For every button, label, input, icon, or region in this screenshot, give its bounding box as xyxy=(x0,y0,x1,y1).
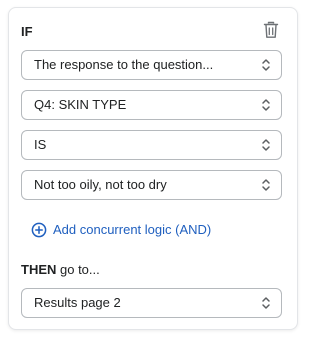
plus-circle-icon xyxy=(31,222,47,238)
operator-value: IS xyxy=(34,137,47,152)
chevron-updown-icon xyxy=(262,297,270,309)
then-suffix: go to... xyxy=(56,262,100,277)
question-type-select[interactable]: The response to the question... xyxy=(21,50,282,80)
destination-select[interactable]: Results page 2 xyxy=(21,288,282,318)
if-label: IF xyxy=(21,24,33,39)
trash-icon[interactable] xyxy=(263,21,279,39)
chevron-updown-icon xyxy=(262,99,270,111)
destination-value: Results page 2 xyxy=(34,295,121,310)
chevron-updown-icon xyxy=(262,179,270,191)
answer-value: Not too oily, not too dry xyxy=(34,177,167,192)
chevron-updown-icon xyxy=(262,59,270,71)
question-value: Q4: SKIN TYPE xyxy=(34,97,127,112)
question-select[interactable]: Q4: SKIN TYPE xyxy=(21,90,282,120)
add-concurrent-logic-label: Add concurrent logic (AND) xyxy=(53,222,212,237)
question-type-value: The response to the question... xyxy=(34,57,214,72)
chevron-updown-icon xyxy=(262,139,270,151)
answer-select[interactable]: Not too oily, not too dry xyxy=(21,170,282,200)
then-label: THEN xyxy=(21,262,57,277)
then-heading: THEN go to... xyxy=(21,262,100,277)
operator-select[interactable]: IS xyxy=(21,130,282,160)
